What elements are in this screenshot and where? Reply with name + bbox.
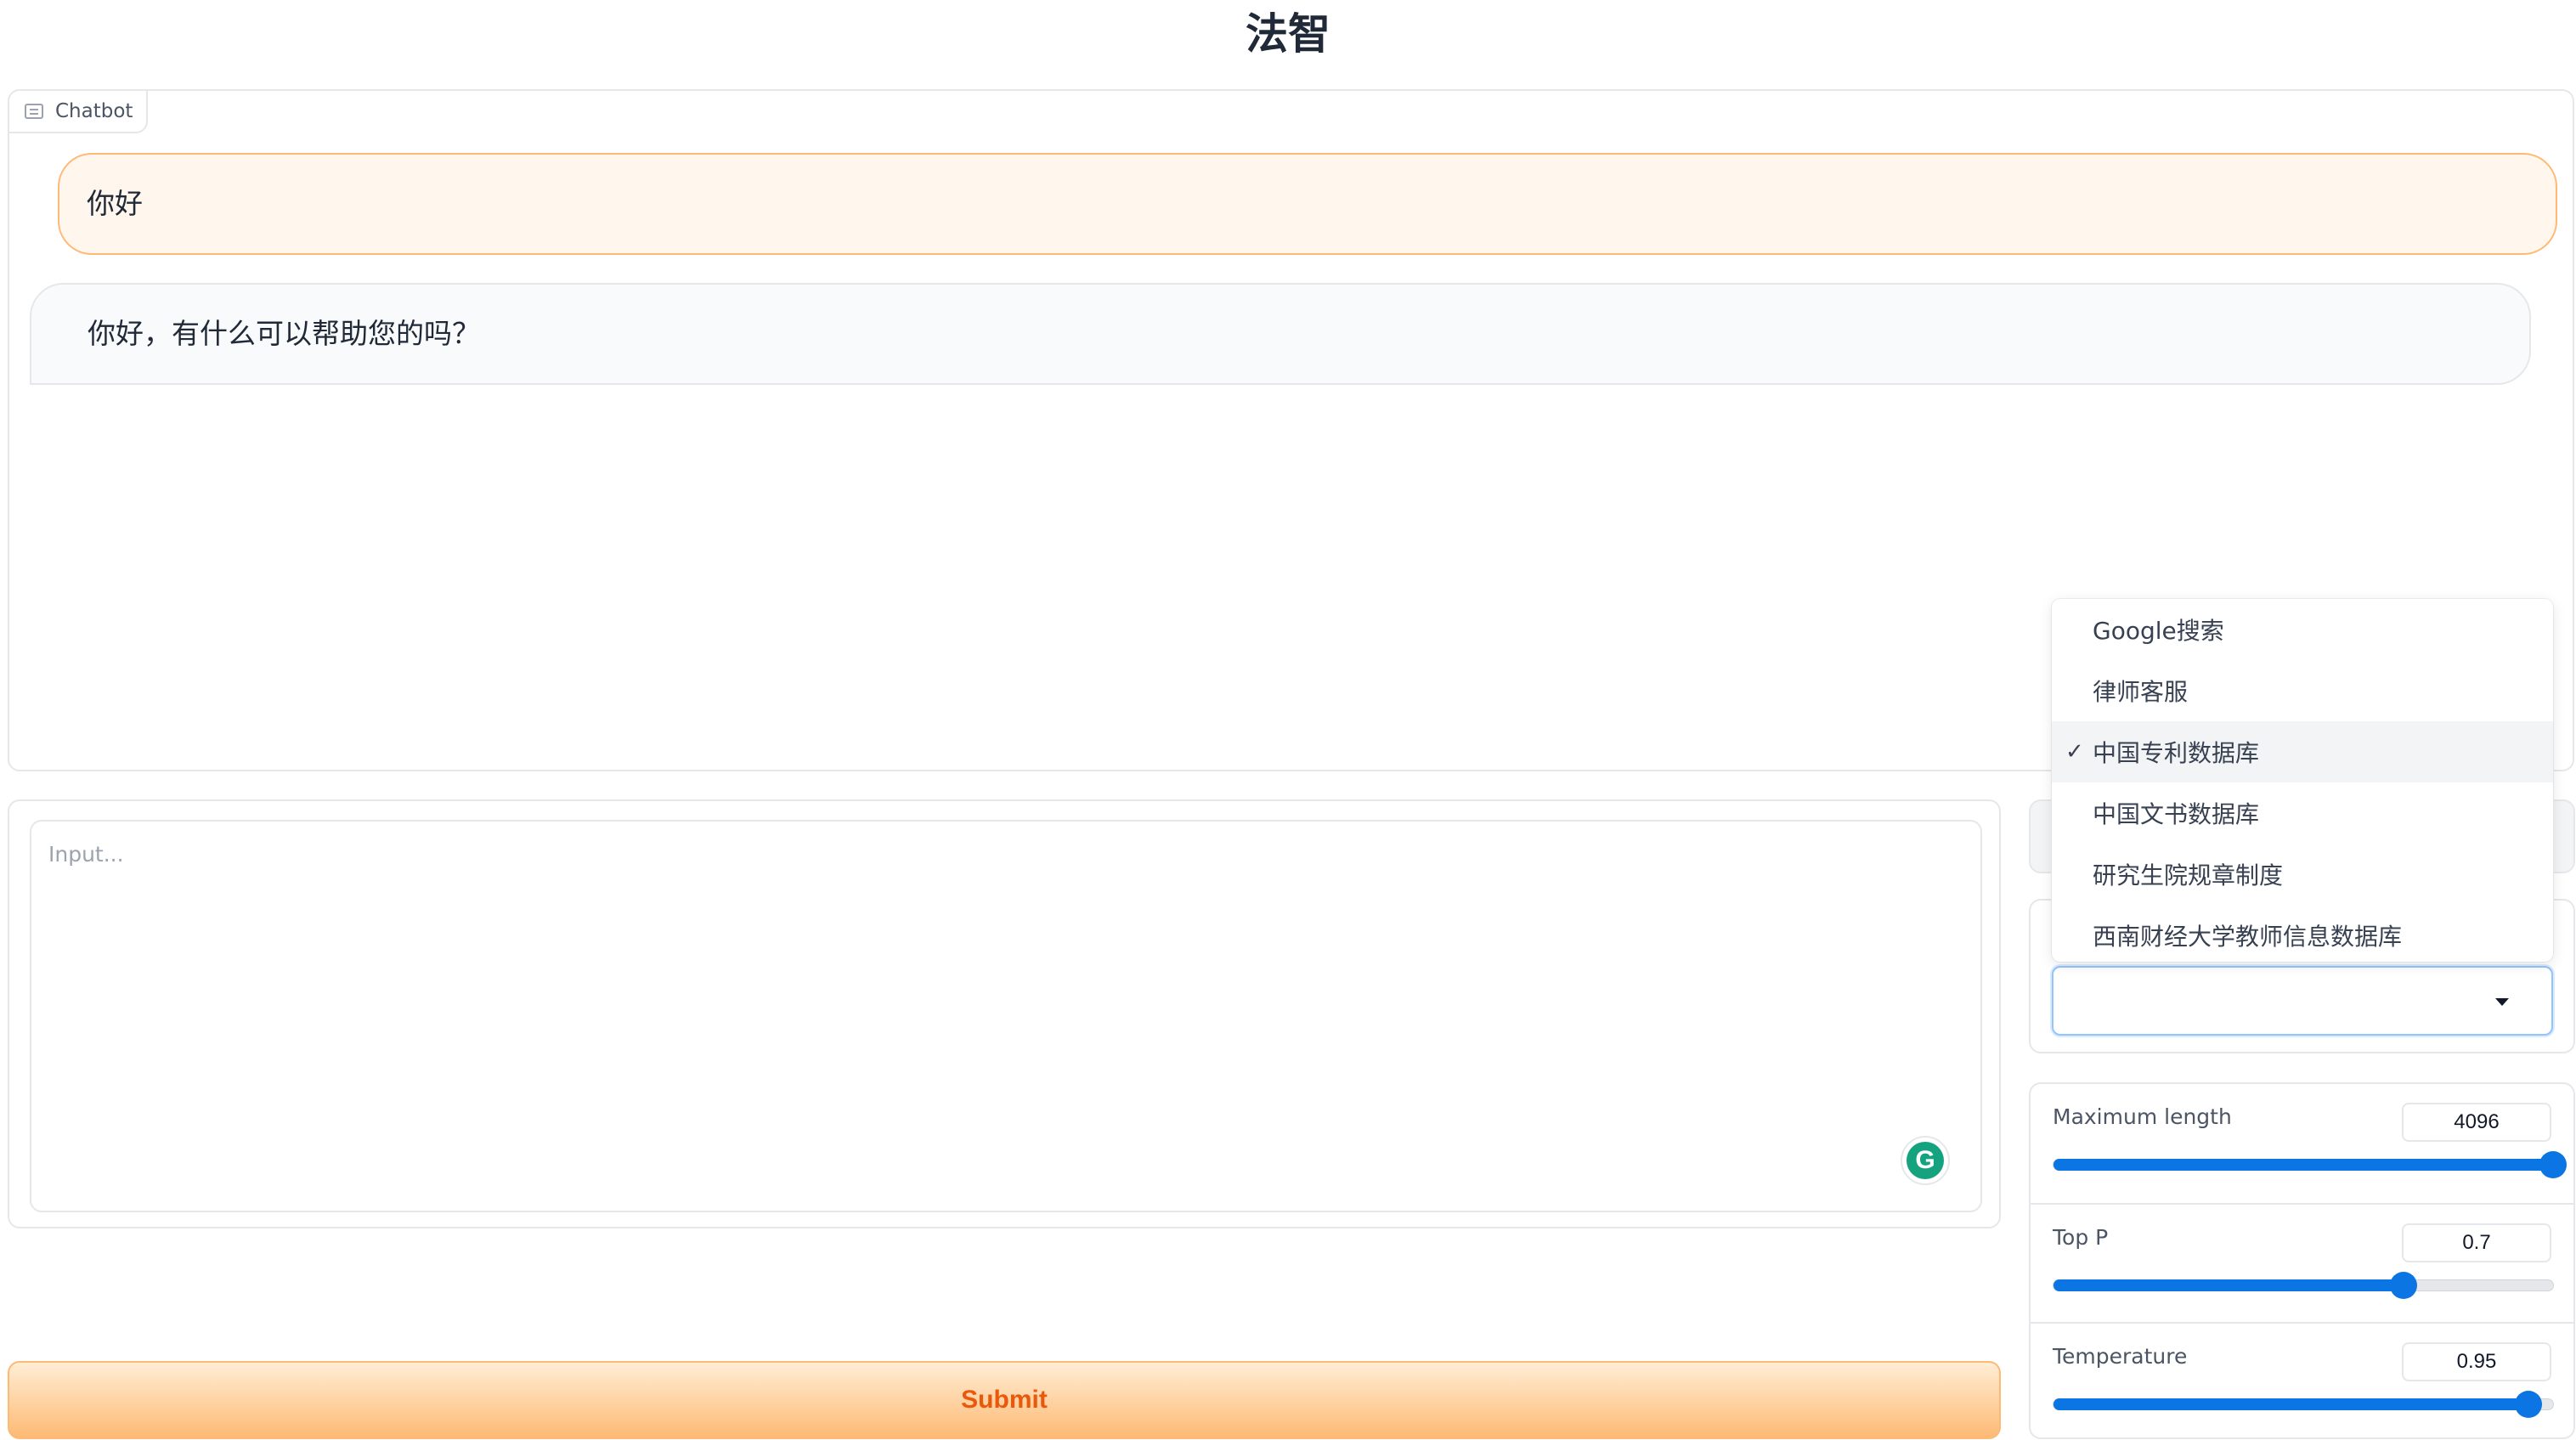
option-label: 西南财经大学教师信息数据库 <box>2093 923 2403 951</box>
slider-thumb[interactable] <box>2389 1272 2417 1299</box>
grammarly-button[interactable]: G <box>1901 1136 1950 1185</box>
user-message-text: 你好 <box>87 186 143 220</box>
parameters-panel: Maximum length 4096 Top P 0.7 Temperatur… <box>2029 1082 2575 1439</box>
dropdown-option[interactable]: 西南财经大学教师信息数据库 <box>2052 905 2553 966</box>
max-length-label: Maximum length <box>2053 1104 2232 1129</box>
dropdown-option[interactable]: 中国文书数据库 <box>2052 782 2553 844</box>
max-length-control: Maximum length 4096 <box>2031 1084 2573 1203</box>
dropdown-option[interactable]: 律师客服 <box>2052 660 2553 721</box>
knowledge-select[interactable] <box>2052 966 2553 1036</box>
knowledge-dropdown-menu: Google搜索 律师客服 ✓ 中国专利数据库 中国文书数据库 研究生院规章制度… <box>2052 599 2553 962</box>
option-label: 律师客服 <box>2093 678 2189 706</box>
assistant-message-text: 你好，有什么可以帮助您的吗？ <box>88 316 480 350</box>
slider-thumb[interactable] <box>2539 1151 2567 1178</box>
dropdown-caret-icon <box>2495 998 2509 1006</box>
option-label: 研究生院规章制度 <box>2093 861 2284 889</box>
dropdown-option[interactable]: Google搜索 <box>2052 599 2553 660</box>
temperature-input[interactable]: 0.95 <box>2402 1342 2551 1381</box>
slider-fill <box>2053 1398 2528 1410</box>
user-message: 你好 <box>58 153 2557 255</box>
check-icon: ✓ <box>2065 739 2084 765</box>
dropdown-option[interactable]: 研究生院规章制度 <box>2052 844 2553 905</box>
grammarly-icon: G <box>1907 1142 1944 1179</box>
chatbot-label: Chatbot <box>8 89 148 133</box>
message-input[interactable]: Input... <box>30 820 1982 1212</box>
top-p-label: Top P <box>2053 1225 2109 1250</box>
assistant-message: 你好，有什么可以帮助您的吗？ <box>30 283 2531 385</box>
chat-icon <box>25 104 43 119</box>
option-label: 中国文书数据库 <box>2093 800 2260 828</box>
max-length-input[interactable]: 4096 <box>2402 1103 2551 1142</box>
temperature-label: Temperature <box>2053 1344 2188 1369</box>
chatbot-label-text: Chatbot <box>55 100 133 122</box>
temperature-slider[interactable] <box>2053 1391 2554 1418</box>
dropdown-option-selected[interactable]: ✓ 中国专利数据库 <box>2052 721 2553 782</box>
slider-thumb[interactable] <box>2514 1391 2542 1418</box>
slider-fill <box>2053 1159 2553 1171</box>
app-page: 法智 Chatbot 你好 你好，有什么可以帮助您的吗？ Input... G … <box>0 0 2576 1440</box>
top-p-slider[interactable] <box>2053 1272 2554 1299</box>
page-title: 法智 <box>1246 9 1330 59</box>
option-label: 中国专利数据库 <box>2093 739 2260 767</box>
top-p-input[interactable]: 0.7 <box>2402 1223 2551 1262</box>
input-panel: Input... <box>8 799 2001 1228</box>
max-length-slider[interactable] <box>2053 1151 2567 1178</box>
option-label: Google搜索 <box>2093 617 2224 645</box>
slider-fill <box>2053 1279 2404 1291</box>
temperature-control: Temperature 0.95 <box>2031 1322 2573 1440</box>
top-p-control: Top P 0.7 <box>2031 1203 2573 1322</box>
submit-button[interactable]: Submit <box>8 1361 2001 1439</box>
